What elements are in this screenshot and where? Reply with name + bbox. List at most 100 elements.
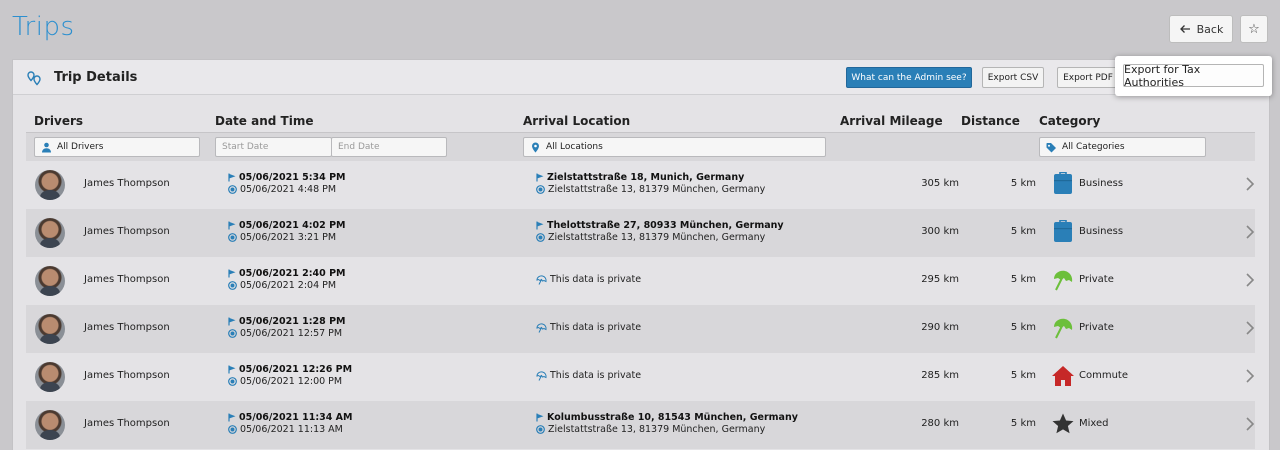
category-label: Business — [1079, 226, 1124, 237]
location-pin-icon — [532, 142, 539, 152]
category-label: Private — [1079, 274, 1114, 285]
trip-distance: 5 km — [1010, 322, 1036, 333]
favorite-button[interactable]: ☆ — [1240, 15, 1268, 43]
start-date-input[interactable]: Start Date — [215, 137, 332, 157]
private-text: This data is private — [550, 274, 642, 285]
chevron-right-icon[interactable] — [1245, 176, 1255, 192]
filter-row: All Drivers Start Date End Date All Loca… — [26, 132, 1255, 161]
category-label: Mixed — [1079, 418, 1109, 429]
column-header-arrival-location[interactable]: Arrival Location — [523, 114, 630, 128]
arrival-mileage: 300 km — [921, 226, 959, 237]
locations-filter-label: All Locations — [546, 142, 603, 152]
flag-icon — [228, 317, 236, 326]
trip-row[interactable]: James Thompson 05/06/2021 12:26 PM 05/06… — [26, 353, 1255, 401]
private-beach-icon — [536, 322, 547, 333]
chevron-right-icon[interactable] — [1245, 224, 1255, 240]
column-header-arrival-mileage[interactable]: Arrival Mileage — [840, 114, 943, 128]
arrival-text: Zielstattstraße 18, Munich, Germany — [547, 172, 745, 183]
avatar — [35, 410, 65, 440]
export-tax-button[interactable]: Export for Tax Authorities — [1123, 63, 1264, 89]
back-label: Back — [1196, 22, 1224, 36]
trip-details-panel: Trip Details What can the Admin see? Exp… — [12, 59, 1270, 450]
page-title: Trips — [12, 12, 75, 42]
categories-filter[interactable]: All Categories — [1039, 137, 1206, 157]
start-time-text: 05/06/2021 3:21 PM — [240, 232, 337, 243]
trip-row[interactable]: James Thompson 05/06/2021 4:02 PM 05/06/… — [26, 209, 1255, 257]
trip-row[interactable]: James Thompson 05/06/2021 5:34 PM 05/06/… — [26, 161, 1255, 209]
flag-icon — [228, 413, 236, 422]
departure-address: Zielstattstraße 13, 81379 München, Germa… — [536, 184, 765, 195]
driver-name: James Thompson — [84, 178, 170, 189]
chevron-right-icon[interactable] — [1245, 272, 1255, 288]
start-time-text: 05/06/2021 4:48 PM — [240, 184, 337, 195]
start-time-text: 05/06/2021 12:57 PM — [240, 328, 343, 339]
trip-distance: 5 km — [1010, 274, 1036, 285]
driver-name: James Thompson — [84, 226, 170, 237]
driver-name: James Thompson — [84, 322, 170, 333]
star-icon: ☆ — [1248, 21, 1260, 37]
category-label: Private — [1079, 322, 1114, 333]
arrival-mileage: 290 km — [921, 322, 959, 333]
start-point-icon — [228, 281, 237, 290]
avatar — [35, 218, 65, 248]
departure-address: Zielstattstraße 13, 81379 München, Germa… — [536, 232, 765, 243]
end-time: 05/06/2021 5:34 PM — [228, 172, 345, 183]
back-button[interactable]: Back — [1169, 15, 1233, 43]
private-location: This data is private — [536, 370, 641, 381]
tag-icon — [1046, 142, 1056, 152]
private-beach-icon — [536, 370, 547, 381]
start-time-text: 05/06/2021 11:13 AM — [240, 424, 343, 435]
panel-title: Trip Details — [54, 70, 138, 85]
start-point-icon — [228, 329, 237, 338]
export-pdf-button[interactable]: Export PDF — [1057, 67, 1119, 88]
column-header-category[interactable]: Category — [1039, 114, 1100, 128]
departure-text: Zielstattstraße 13, 81379 München, Germa… — [548, 424, 766, 435]
route-icon — [27, 71, 41, 86]
start-point-icon — [228, 377, 237, 386]
start-point-icon — [228, 425, 237, 434]
end-date-input[interactable]: End Date — [331, 137, 447, 157]
locations-filter[interactable]: All Locations — [523, 137, 826, 157]
chevron-right-icon[interactable] — [1245, 320, 1255, 336]
trip-row[interactable]: James Thompson 05/06/2021 1:28 PM 05/06/… — [26, 305, 1255, 353]
driver-name: James Thompson — [84, 418, 170, 429]
export-csv-button[interactable]: Export CSV — [982, 67, 1044, 88]
flag-icon — [536, 221, 544, 230]
admin-visibility-button[interactable]: What can the Admin see? — [846, 67, 972, 88]
flag-icon — [228, 173, 236, 182]
arrival-address: Kolumbusstraße 10, 81543 München, German… — [536, 412, 798, 423]
start-point-icon — [228, 233, 237, 242]
private-location: This data is private — [536, 274, 641, 285]
avatar — [35, 362, 65, 392]
trip-distance: 5 km — [1010, 370, 1036, 381]
arrival-text: Kolumbusstraße 10, 81543 München, German… — [547, 412, 798, 423]
trip-row[interactable]: James Thompson 05/06/2021 2:40 PM 05/06/… — [26, 257, 1255, 305]
end-time: 05/06/2021 1:28 PM — [228, 316, 345, 327]
flag-icon — [536, 413, 544, 422]
arrival-mileage: 280 km — [921, 418, 959, 429]
star-icon — [1051, 412, 1075, 436]
column-header-date-time[interactable]: Date and Time — [215, 114, 313, 128]
driver-name: James Thompson — [84, 370, 170, 381]
end-time: 05/06/2021 4:02 PM — [228, 220, 345, 231]
driver-name: James Thompson — [84, 274, 170, 285]
arrow-left-icon — [1179, 25, 1190, 33]
end-date-placeholder: End Date — [338, 142, 380, 152]
start-time: 05/06/2021 12:57 PM — [228, 328, 342, 339]
chevron-right-icon[interactable] — [1245, 368, 1255, 384]
departure-text: Zielstattstraße 13, 81379 München, Germa… — [548, 184, 766, 195]
start-point-icon — [536, 233, 545, 242]
start-point-icon — [536, 185, 545, 194]
category-label: Commute — [1079, 370, 1128, 381]
trip-row[interactable]: James Thompson 05/06/2021 11:34 AM 05/06… — [26, 401, 1255, 449]
end-time-text: 05/06/2021 1:28 PM — [239, 316, 346, 327]
flag-icon — [536, 173, 544, 182]
column-header-drivers[interactable]: Drivers — [34, 114, 83, 128]
chevron-right-icon[interactable] — [1245, 416, 1255, 432]
end-time-text: 05/06/2021 12:26 PM — [239, 364, 353, 375]
categories-filter-label: All Categories — [1062, 142, 1125, 152]
end-time: 05/06/2021 12:26 PM — [228, 364, 352, 375]
start-time: 05/06/2021 2:04 PM — [228, 280, 336, 291]
column-header-distance[interactable]: Distance — [961, 114, 1020, 128]
drivers-filter[interactable]: All Drivers — [34, 137, 200, 157]
